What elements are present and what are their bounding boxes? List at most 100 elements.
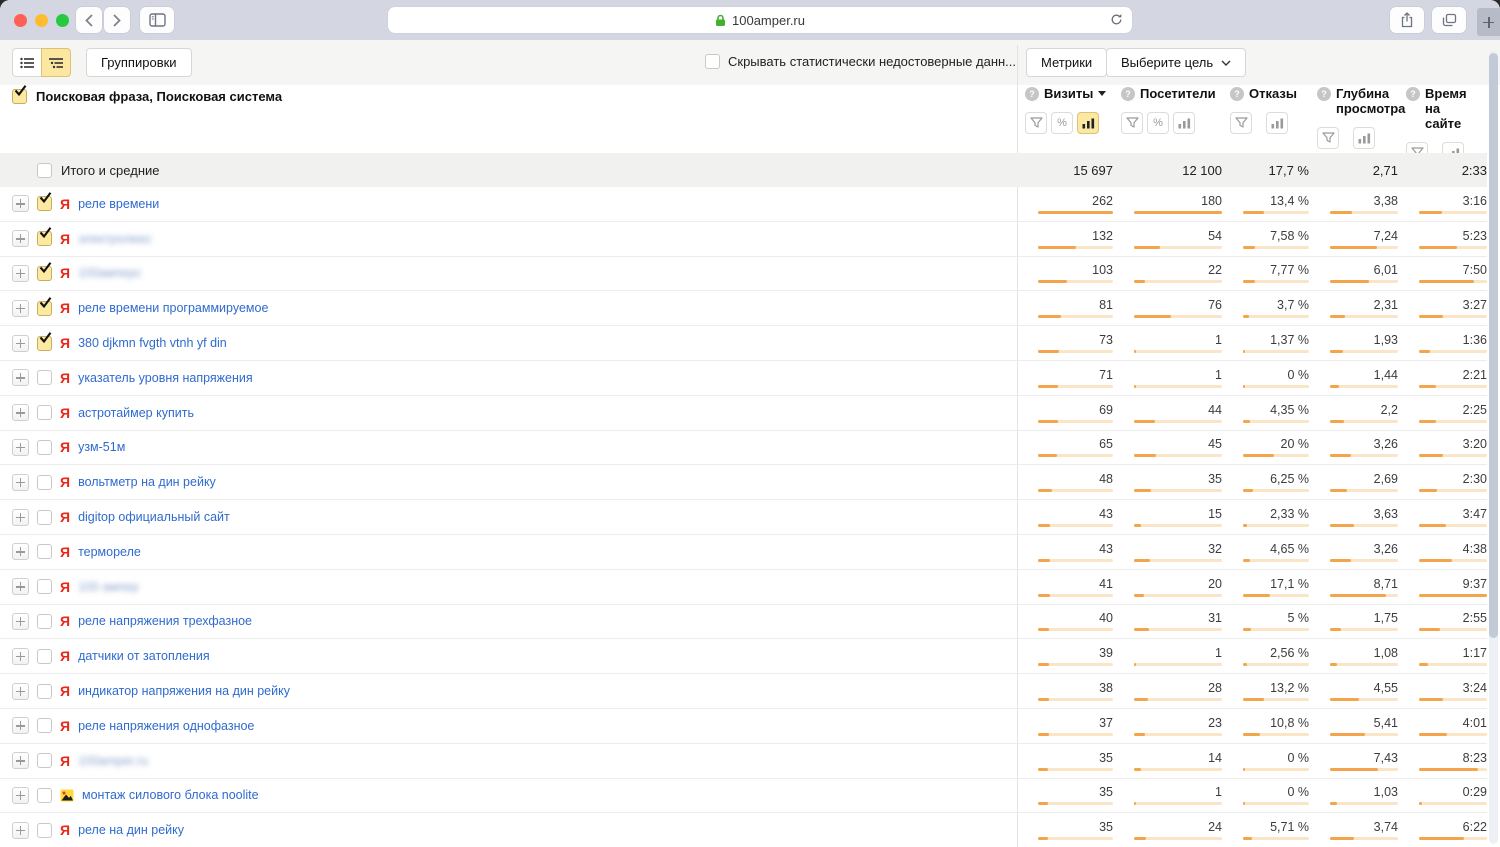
visitors-filter-button[interactable] (1121, 112, 1143, 134)
new-tab-button[interactable] (1477, 8, 1500, 36)
expand-row-button[interactable] (12, 752, 29, 769)
expand-row-button[interactable] (12, 335, 29, 352)
row-checkbox[interactable] (37, 231, 52, 246)
visitors-chart-button[interactable] (1173, 112, 1195, 134)
column-label[interactable]: Визиты (1044, 86, 1093, 101)
tab-overview-button[interactable] (1432, 7, 1466, 33)
vertical-scrollbar[interactable] (1489, 50, 1498, 844)
search-phrase-link[interactable]: термореле (78, 545, 141, 559)
column-label[interactable]: Отказы (1249, 86, 1297, 101)
row-checkbox[interactable] (37, 510, 52, 525)
search-phrase-link[interactable]: датчики от затопления (78, 649, 210, 663)
row-checkbox[interactable] (37, 684, 52, 699)
row-checkbox[interactable] (37, 823, 52, 838)
row-checkbox[interactable] (37, 266, 52, 281)
row-checkbox[interactable] (37, 196, 52, 211)
search-phrase-link[interactable]: реле времени программируемое (78, 301, 268, 315)
forward-button[interactable] (104, 7, 130, 33)
search-phrase-link[interactable]: реле напряжения однофазное (78, 719, 254, 733)
row-checkbox[interactable] (37, 405, 52, 420)
row-checkbox[interactable] (37, 788, 52, 803)
reload-button[interactable] (1110, 13, 1123, 29)
metrics-button[interactable]: Метрики (1026, 48, 1107, 77)
expand-row-button[interactable] (12, 543, 29, 560)
bounce-chart-button[interactable] (1266, 112, 1288, 134)
row-checkbox[interactable] (37, 614, 52, 629)
column-label[interactable]: Глубина просмотра (1336, 86, 1405, 116)
expand-row-button[interactable] (12, 439, 29, 456)
bounce-filter-button[interactable] (1230, 112, 1252, 134)
back-button[interactable] (76, 7, 102, 33)
expand-row-button[interactable] (12, 404, 29, 421)
expand-row-button[interactable] (12, 683, 29, 700)
expand-row-button[interactable] (12, 369, 29, 386)
expand-row-button[interactable] (12, 195, 29, 212)
help-icon[interactable]: ? (1230, 87, 1244, 101)
share-button[interactable] (1390, 7, 1424, 33)
column-label[interactable]: Время на сайте (1425, 86, 1474, 131)
expand-row-button[interactable] (12, 578, 29, 595)
depth-chart-button[interactable] (1353, 127, 1375, 149)
visits-chart-button[interactable] (1077, 112, 1099, 134)
row-checkbox[interactable] (37, 440, 52, 455)
expand-row-button[interactable] (12, 822, 29, 839)
search-phrase-link[interactable]: узм-51м (78, 440, 125, 454)
expand-row-button[interactable] (12, 300, 29, 317)
visitors-percent-button[interactable]: % (1147, 112, 1169, 134)
minimize-window-button[interactable] (35, 14, 48, 27)
help-icon[interactable]: ? (1025, 87, 1039, 101)
expand-row-button[interactable] (12, 613, 29, 630)
help-icon[interactable]: ? (1121, 87, 1135, 101)
hide-unreliable-checkbox[interactable] (705, 54, 720, 69)
search-phrase-link[interactable]: индикатор напряжения на дин рейку (78, 684, 290, 698)
row-checkbox[interactable] (37, 336, 52, 351)
dimension-checkbox[interactable] (12, 89, 27, 104)
expand-row-button[interactable] (12, 787, 29, 804)
groupings-button[interactable]: Группировки (86, 48, 192, 77)
visits-percent-button[interactable]: % (1051, 112, 1073, 134)
search-phrase-link[interactable]: астротаймер купить (78, 406, 194, 420)
search-phrase-link[interactable]: монтаж силового блока noolite (82, 788, 259, 802)
close-window-button[interactable] (14, 14, 27, 27)
row-checkbox[interactable] (37, 370, 52, 385)
expand-row-button[interactable] (12, 474, 29, 491)
expand-row-button[interactable] (12, 265, 29, 282)
column-label[interactable]: Посетители (1140, 86, 1216, 101)
row-checkbox[interactable] (37, 753, 52, 768)
row-checkbox[interactable] (37, 718, 52, 733)
row-checkbox[interactable] (37, 544, 52, 559)
visits-filter-button[interactable] (1025, 112, 1047, 134)
search-phrase-link[interactable]: 380 djkmn fvgth vtnh yf din (78, 336, 227, 350)
help-icon[interactable]: ? (1317, 87, 1331, 101)
list-view-button[interactable] (12, 48, 42, 77)
sidebar-toggle-button[interactable] (140, 7, 174, 33)
row-checkbox[interactable] (37, 649, 52, 664)
address-bar[interactable]: 100amper.ru (388, 7, 1132, 33)
search-phrase-link[interactable]: указатель уровня напряжения (78, 371, 253, 385)
help-icon[interactable]: ? (1406, 87, 1420, 101)
search-phrase-link[interactable]: 100 ампер (78, 580, 139, 594)
expand-row-button[interactable] (12, 717, 29, 734)
search-phrase-link[interactable]: 100амперс (78, 266, 141, 280)
expand-row-button[interactable] (12, 509, 29, 526)
select-goal-button[interactable]: Выберите цель (1106, 48, 1246, 77)
zoom-window-button[interactable] (56, 14, 69, 27)
row-checkbox[interactable] (37, 301, 52, 316)
tree-view-button[interactable] (41, 48, 71, 77)
expand-row-button[interactable] (12, 648, 29, 665)
scrollbar-thumb[interactable] (1489, 53, 1498, 638)
depth-filter-button[interactable] (1317, 127, 1339, 149)
expand-row-button[interactable] (12, 230, 29, 247)
search-phrase-link[interactable]: реле на дин рейку (78, 823, 184, 837)
search-phrase-link[interactable]: 100amper.ru (78, 754, 148, 768)
row-checkbox[interactable] (37, 579, 52, 594)
search-phrase-link[interactable]: вольтметр на дин рейку (78, 475, 216, 489)
yandex-search-icon: Я (60, 545, 70, 559)
visitors-bar (1134, 315, 1222, 318)
search-phrase-link[interactable]: реле времени (78, 197, 159, 211)
totals-checkbox[interactable] (37, 163, 52, 178)
search-phrase-link[interactable]: реле напряжения трехфазное (78, 614, 252, 628)
search-phrase-link[interactable]: digitop официальный сайт (78, 510, 230, 524)
search-phrase-link[interactable]: электролюкс (78, 232, 152, 246)
row-checkbox[interactable] (37, 475, 52, 490)
